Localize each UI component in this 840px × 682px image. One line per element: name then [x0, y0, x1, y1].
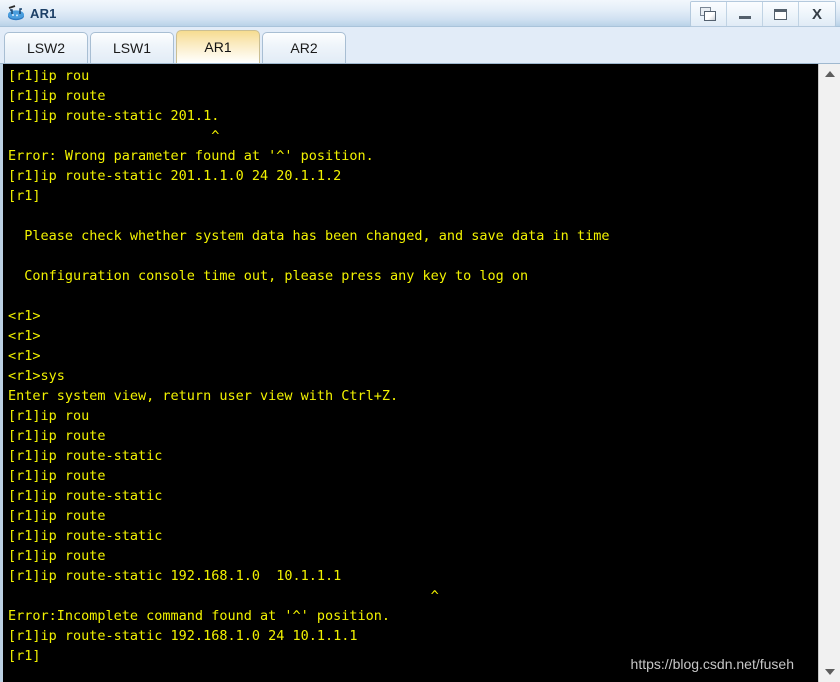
console-line: ^ [8, 588, 439, 604]
console-line: <r1> [8, 308, 41, 324]
console-line: [r1]ip rou [8, 408, 90, 424]
console-text: [r1]ip rou [r1]ip route [r1]ip route-stati… [8, 66, 609, 666]
maximize-icon [774, 8, 787, 20]
console-line: Error:Incomplete command found at '^' po… [8, 608, 391, 624]
console-line: Enter system view, return user view with… [8, 388, 399, 404]
ar1-console-window: AR1 X LSW2 LSW1 AR1 AR2 [r1]ip rou [r1]i… [0, 0, 840, 682]
tab-label: AR2 [290, 40, 318, 56]
minimize-icon [738, 16, 751, 19]
maximize-button[interactable] [763, 2, 799, 26]
title-bar: AR1 X [0, 0, 840, 27]
minimize-button[interactable] [727, 2, 763, 26]
terminal-panel: [r1]ip rou [r1]ip route [r1]ip route-stati… [0, 64, 840, 682]
console-line: [r1]ip route [8, 548, 106, 564]
tab-label: LSW2 [26, 40, 66, 56]
console-line: Configuration console time out, please p… [8, 268, 529, 284]
window-title: AR1 [30, 5, 57, 21]
console-line: [r1]ip route-static 201.1. [8, 108, 220, 124]
console-line: <r1>sys [8, 368, 65, 384]
console-line: [r1]ip route-static 192.168.1.0 10.1.1.1 [8, 568, 342, 584]
chevron-up-icon [824, 71, 835, 77]
close-icon: X [811, 5, 822, 23]
router-icon [6, 4, 26, 22]
console-line: [r1]ip route [8, 428, 106, 444]
console-line: [r1]ip route-static 192.168.1.0 24 10.1.… [8, 628, 358, 644]
tab-lsw1[interactable]: LSW1 [90, 32, 174, 63]
scroll-down-button[interactable] [819, 662, 840, 682]
scroll-up-button[interactable] [819, 64, 840, 84]
console-line: [r1]ip rou [8, 68, 90, 84]
tab-label: LSW1 [112, 40, 152, 56]
console-line: [r1] [8, 188, 41, 204]
chevron-down-icon [824, 669, 835, 675]
restore-icon [700, 7, 717, 21]
console-line: <r1> [8, 348, 41, 364]
tab-label: AR1 [204, 39, 232, 55]
console-line: [r1]ip route-static 201.1.1.0 24 20.1.1.… [8, 168, 342, 184]
close-button[interactable]: X [799, 2, 835, 26]
console-line: [r1]ip route [8, 508, 106, 524]
vertical-scrollbar[interactable] [818, 64, 840, 682]
console-line: Please check whether system data has bee… [8, 228, 610, 244]
scrollbar-track[interactable] [819, 84, 840, 662]
console-line: ^ [8, 128, 220, 144]
tab-ar2[interactable]: AR2 [262, 32, 346, 63]
console-output-area[interactable]: [r1]ip rou [r1]ip route [r1]ip route-stati… [3, 64, 818, 682]
console-line: [r1]ip route [8, 88, 106, 104]
restore-button[interactable] [691, 2, 727, 26]
tab-ar1[interactable]: AR1 [176, 30, 260, 63]
title-bar-left: AR1 [0, 4, 57, 22]
console-line: <r1> [8, 328, 41, 344]
device-tab-strip: LSW2 LSW1 AR1 AR2 [0, 27, 840, 64]
tab-lsw2[interactable]: LSW2 [4, 32, 88, 63]
console-line: [r1]ip route-static [8, 488, 163, 504]
console-line: Error: Wrong parameter found at '^' posi… [8, 148, 374, 164]
console-line: [r1]ip route [8, 468, 106, 484]
console-line: [r1] [8, 648, 41, 664]
window-controls: X [690, 1, 836, 27]
watermark-text: https://blog.csdn.net/fuseh [630, 656, 794, 672]
console-line: [r1]ip route-static [8, 448, 163, 464]
console-line: [r1]ip route-static [8, 528, 163, 544]
